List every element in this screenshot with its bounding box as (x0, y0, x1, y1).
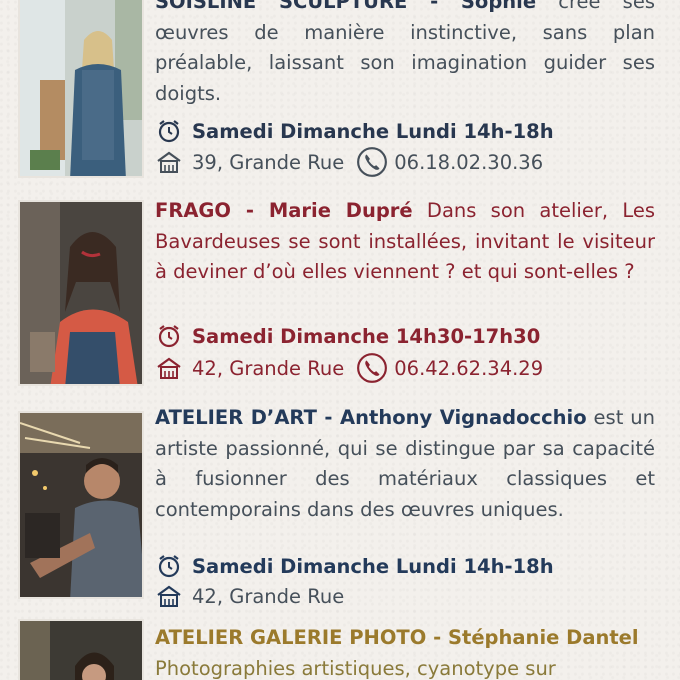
schedule-row: Samedi Dimanche 14h30-17h30 (156, 321, 540, 351)
address-text: 39, Grande Rue (192, 150, 345, 174)
phone-text[interactable]: 06.42.62.34.29 (394, 357, 543, 380)
entry-title: SOISLINE SCULPTURE - Sophie (155, 0, 537, 13)
alarm-clock-icon (158, 120, 180, 143)
schedule-row: Samedi Dimanche Lundi 14h-18h (156, 551, 554, 581)
entry-body: crée ses œuvres de manière instinctive, … (155, 0, 655, 105)
entry-body: Photographies artistiques, cyanotype sur (155, 657, 556, 680)
entry-title: ATELIER GALERIE PHOTO - Stéphanie Dantel (155, 626, 639, 649)
house-icon (157, 585, 181, 607)
contact-row: 42, Grande Rue (156, 581, 344, 611)
entry-description: FRAGO - Marie Dupré Dans son atelier, Le… (155, 196, 655, 288)
house-icon (157, 357, 181, 379)
entry-description: SOISLINE SCULPTURE - Sophie crée ses œuv… (155, 0, 655, 109)
entry-title: ATELIER D’ART - Anthony Vignadocchio (155, 406, 587, 429)
artist-photo-sophie (18, 0, 144, 178)
artist-photo-marie (18, 200, 144, 386)
entry-title: FRAGO - Marie Dupré (155, 199, 413, 222)
schedule-text: Samedi Dimanche Lundi 14h-18h (192, 554, 554, 578)
house-icon (157, 151, 181, 173)
contact-row: 39, Grande Rue 06.18.02.30.36 (156, 147, 543, 177)
alarm-clock-icon (158, 325, 180, 348)
entry-description: ATELIER D’ART - Anthony Vignadocchio est… (155, 403, 655, 525)
schedule-row: Samedi Dimanche Lundi 14h-18h (156, 116, 554, 146)
schedule-text: Samedi Dimanche 14h30-17h30 (192, 324, 541, 348)
phone-text[interactable]: 06.18.02.30.36 (394, 151, 543, 174)
address-text: 42, Grande Rue (192, 584, 345, 608)
alarm-clock-icon (158, 555, 180, 578)
address-text: 42, Grande Rue (192, 356, 345, 380)
phone-icon (357, 147, 388, 177)
phone-icon (357, 353, 388, 383)
artist-photo-anthony (18, 411, 144, 599)
schedule-text: Samedi Dimanche Lundi 14h-18h (192, 119, 554, 143)
entry-description: ATELIER GALERIE PHOTO - Stéphanie Dantel (155, 623, 655, 654)
artist-photo-stephanie (18, 619, 144, 680)
contact-row: 42, Grande Rue 06.42.62.34.29 (156, 353, 543, 383)
